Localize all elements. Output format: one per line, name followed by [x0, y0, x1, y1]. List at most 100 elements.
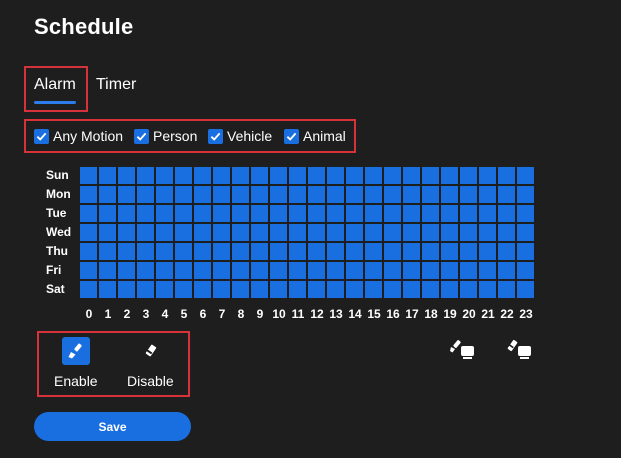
schedule-cell[interactable] — [232, 224, 249, 241]
schedule-cell[interactable] — [175, 262, 192, 279]
schedule-cell[interactable] — [422, 281, 439, 298]
schedule-cell[interactable] — [517, 167, 534, 184]
schedule-cell[interactable] — [175, 243, 192, 260]
schedule-cell[interactable] — [137, 186, 154, 203]
schedule-cell[interactable] — [517, 205, 534, 222]
schedule-cell[interactable] — [403, 281, 420, 298]
schedule-cell[interactable] — [270, 186, 287, 203]
schedule-cell[interactable] — [137, 281, 154, 298]
schedule-cell[interactable] — [403, 205, 420, 222]
disable-tool-button[interactable] — [137, 337, 165, 365]
schedule-cell[interactable] — [213, 281, 230, 298]
schedule-cell[interactable] — [517, 262, 534, 279]
schedule-cell[interactable] — [365, 186, 382, 203]
schedule-cell[interactable] — [80, 224, 97, 241]
checkbox-checked-icon[interactable] — [208, 128, 223, 144]
schedule-cell[interactable] — [232, 205, 249, 222]
schedule-cell[interactable] — [498, 205, 515, 222]
schedule-cell[interactable] — [213, 243, 230, 260]
schedule-cell[interactable] — [118, 186, 135, 203]
schedule-cell[interactable] — [384, 243, 401, 260]
schedule-cell[interactable] — [403, 224, 420, 241]
schedule-cell[interactable] — [194, 186, 211, 203]
schedule-cell[interactable] — [137, 262, 154, 279]
schedule-cell[interactable] — [270, 205, 287, 222]
schedule-cell[interactable] — [517, 281, 534, 298]
schedule-cell[interactable] — [479, 281, 496, 298]
schedule-cell[interactable] — [441, 186, 458, 203]
schedule-cell[interactable] — [175, 167, 192, 184]
schedule-cell[interactable] — [156, 224, 173, 241]
schedule-cell[interactable] — [270, 243, 287, 260]
schedule-cell[interactable] — [308, 281, 325, 298]
schedule-cell[interactable] — [346, 224, 363, 241]
schedule-cell[interactable] — [99, 262, 116, 279]
schedule-cell[interactable] — [118, 167, 135, 184]
schedule-cell[interactable] — [403, 243, 420, 260]
schedule-cell[interactable] — [213, 186, 230, 203]
schedule-cell[interactable] — [251, 281, 268, 298]
schedule-cell[interactable] — [137, 205, 154, 222]
schedule-cell[interactable] — [156, 205, 173, 222]
schedule-cell[interactable] — [213, 205, 230, 222]
schedule-cell[interactable] — [498, 243, 515, 260]
schedule-cell[interactable] — [118, 262, 135, 279]
schedule-cell[interactable] — [80, 243, 97, 260]
schedule-cell[interactable] — [308, 205, 325, 222]
schedule-cell[interactable] — [289, 186, 306, 203]
schedule-cell[interactable] — [422, 167, 439, 184]
schedule-cell[interactable] — [479, 186, 496, 203]
schedule-cell[interactable] — [118, 205, 135, 222]
schedule-cell[interactable] — [289, 205, 306, 222]
schedule-cell[interactable] — [422, 205, 439, 222]
schedule-cell[interactable] — [308, 243, 325, 260]
schedule-cell[interactable] — [213, 224, 230, 241]
schedule-cell[interactable] — [460, 224, 477, 241]
schedule-cell[interactable] — [327, 186, 344, 203]
schedule-cell[interactable] — [365, 281, 382, 298]
schedule-cell[interactable] — [346, 262, 363, 279]
schedule-cell[interactable] — [422, 186, 439, 203]
schedule-cell[interactable] — [517, 224, 534, 241]
schedule-cell[interactable] — [422, 224, 439, 241]
schedule-cell[interactable] — [99, 167, 116, 184]
schedule-cell[interactable] — [156, 167, 173, 184]
schedule-cell[interactable] — [213, 167, 230, 184]
schedule-cell[interactable] — [308, 262, 325, 279]
schedule-cell[interactable] — [346, 243, 363, 260]
schedule-cell[interactable] — [460, 262, 477, 279]
schedule-cell[interactable] — [422, 262, 439, 279]
save-button[interactable]: Save — [34, 412, 191, 441]
schedule-cell[interactable] — [327, 205, 344, 222]
schedule-cell[interactable] — [460, 186, 477, 203]
schedule-cell[interactable] — [327, 243, 344, 260]
schedule-cell[interactable] — [270, 224, 287, 241]
schedule-cell[interactable] — [137, 224, 154, 241]
schedule-cell[interactable] — [403, 262, 420, 279]
tab-timer[interactable]: Timer — [96, 76, 136, 94]
schedule-cell[interactable] — [137, 167, 154, 184]
schedule-cell[interactable] — [175, 186, 192, 203]
tab-alarm[interactable]: Alarm — [34, 76, 76, 94]
schedule-cell[interactable] — [251, 186, 268, 203]
schedule-cell[interactable] — [460, 205, 477, 222]
schedule-cell[interactable] — [232, 186, 249, 203]
schedule-cell[interactable] — [327, 281, 344, 298]
schedule-cell[interactable] — [156, 186, 173, 203]
checkbox-checked-icon[interactable] — [134, 128, 149, 144]
clear-all-icon[interactable] — [507, 339, 533, 361]
schedule-cell[interactable] — [232, 262, 249, 279]
schedule-cell[interactable] — [175, 224, 192, 241]
schedule-cell[interactable] — [346, 167, 363, 184]
schedule-cell[interactable] — [346, 281, 363, 298]
schedule-cell[interactable] — [118, 281, 135, 298]
checkbox-checked-icon[interactable] — [284, 128, 299, 144]
schedule-cell[interactable] — [156, 243, 173, 260]
schedule-cell[interactable] — [403, 167, 420, 184]
schedule-cell[interactable] — [517, 186, 534, 203]
schedule-cell[interactable] — [384, 167, 401, 184]
schedule-cell[interactable] — [194, 262, 211, 279]
schedule-cell[interactable] — [479, 262, 496, 279]
schedule-cell[interactable] — [422, 243, 439, 260]
schedule-cell[interactable] — [327, 167, 344, 184]
